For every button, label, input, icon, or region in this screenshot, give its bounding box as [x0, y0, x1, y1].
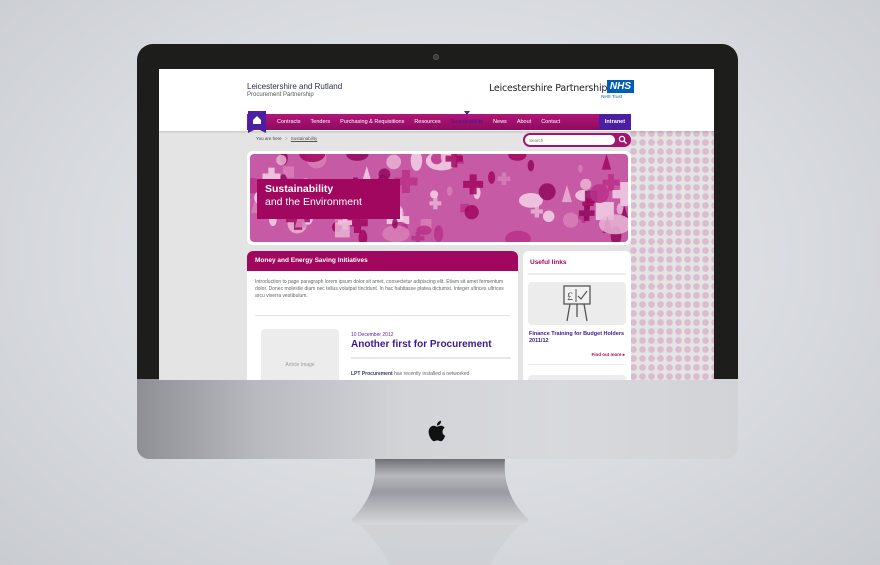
tree-icon	[561, 185, 573, 203]
org-name-line2: Procurement Partnership	[247, 92, 314, 98]
banner-title: Sustainability	[265, 183, 334, 195]
breadcrumb-prefix: You are here	[256, 136, 282, 141]
cloud-icon	[505, 230, 531, 242]
useful-links-heading: Useful links	[530, 259, 567, 266]
bin-icon	[335, 222, 350, 238]
cloud-icon	[518, 193, 543, 208]
leaf-icon	[527, 159, 535, 172]
nav-item-resources[interactable]: Resources	[409, 114, 445, 130]
cloud-icon	[416, 225, 432, 235]
article-date: 10 December 2012	[351, 332, 394, 338]
breadcrumb-separator: >	[284, 136, 288, 141]
sun-icon	[542, 210, 555, 223]
divider	[528, 273, 626, 275]
leaf-icon	[433, 225, 444, 242]
plus-icon	[497, 172, 511, 186]
leaf-icon	[616, 203, 623, 215]
plus-icon	[429, 197, 442, 210]
sun-icon	[386, 154, 402, 170]
partner-logo[interactable]: Leicestershire Partnership NHS NHS Trust	[489, 80, 634, 102]
nav-items: Contracts Tenders Purchasing & Requisiti…	[272, 111, 565, 130]
nav-item-news[interactable]: News	[488, 114, 512, 130]
nhs-badge: NHS	[606, 80, 634, 93]
plus-icon	[612, 182, 628, 207]
intranet-button[interactable]: Intranet	[599, 114, 631, 130]
banner-title-box: Sustainability and the Environment	[257, 179, 400, 219]
partner-name: Leicestershire Partnership	[489, 83, 608, 94]
cloud-icon	[346, 154, 369, 161]
divider	[255, 315, 510, 316]
intro-paragraph: Introduction to page paragraph lorem ips…	[255, 279, 504, 299]
drop-icon	[392, 218, 398, 229]
drop-icon	[410, 154, 423, 171]
panel-heading: Money and Energy Saving Initiatives	[247, 251, 518, 271]
camera-icon	[433, 54, 439, 60]
sun-icon	[464, 205, 479, 220]
search-icon[interactable]	[618, 135, 628, 145]
banner-subtitle: and the Environment	[265, 196, 362, 208]
divider	[528, 364, 626, 365]
svg-text:£: £	[567, 289, 573, 303]
useful-links-panel: Useful links £ Finance Training for Budg…	[523, 251, 631, 380]
sun-icon	[430, 190, 439, 199]
nav-item-purchasing[interactable]: Purchasing & Requisitions	[335, 114, 409, 130]
link-card-image[interactable]: £	[528, 282, 626, 325]
dot-pattern-decoration	[629, 129, 714, 380]
org-logo[interactable]: Leicestershire and Rutland Procurement P…	[247, 82, 342, 99]
nav-item-tenders[interactable]: Tenders	[306, 114, 336, 130]
screen: Leicestershire and Rutland Procurement P…	[159, 69, 714, 380]
article-image[interactable]: Article Image	[261, 329, 339, 380]
nav-item-contracts[interactable]: Contracts	[272, 114, 306, 130]
leaf-icon	[488, 171, 496, 184]
partner-sub: NHS Trust	[601, 94, 622, 99]
apple-logo-icon	[428, 420, 446, 442]
main-nav: Contracts Tenders Purchasing & Requisiti…	[247, 111, 631, 133]
home-icon	[253, 116, 261, 124]
article-title[interactable]: Another first for Procurement	[351, 339, 492, 350]
nav-item-about[interactable]: About	[512, 114, 536, 130]
sun-icon	[589, 184, 610, 204]
article-body-text: has recently installed a networked	[392, 371, 470, 377]
article-body-bold: LPT Procurement	[351, 371, 393, 377]
monitor-stand	[352, 459, 528, 525]
sun-icon	[538, 183, 556, 201]
drop-icon	[446, 186, 453, 196]
cloud-icon	[508, 154, 527, 161]
breadcrumb: You are here > Sustainability	[256, 136, 317, 141]
sun-icon	[563, 212, 579, 228]
stand-reflection	[360, 525, 520, 565]
find-out-more-link[interactable]: Find out more ▸	[591, 352, 625, 358]
search-input[interactable]	[525, 135, 615, 145]
article-body: LPT Procurement has recently installed a…	[351, 371, 469, 377]
home-button[interactable]	[248, 111, 266, 133]
search-bar	[523, 133, 631, 147]
presentation-board-icon: £	[563, 285, 591, 322]
hero-banner: Sustainability and the Environment	[247, 151, 631, 245]
breadcrumb-current[interactable]: Sustainability	[291, 136, 318, 141]
org-name-line1: Leicestershire and Rutland	[247, 82, 343, 91]
finance-training-link[interactable]: Finance Training for Budget Holders 2011…	[529, 331, 625, 345]
nav-item-sustainability[interactable]: Sustainability	[446, 111, 488, 130]
link-card-image[interactable]	[528, 375, 626, 380]
banner-artwork: Sustainability and the Environment	[250, 154, 628, 242]
nav-item-contact[interactable]: Contact	[536, 114, 565, 130]
main-panel: Money and Energy Saving Initiatives Intr…	[247, 251, 518, 380]
tree-icon	[601, 154, 612, 170]
sun-icon	[276, 154, 287, 166]
article-divider	[351, 357, 511, 359]
sun-icon	[580, 178, 592, 190]
leaf-icon	[578, 164, 583, 173]
